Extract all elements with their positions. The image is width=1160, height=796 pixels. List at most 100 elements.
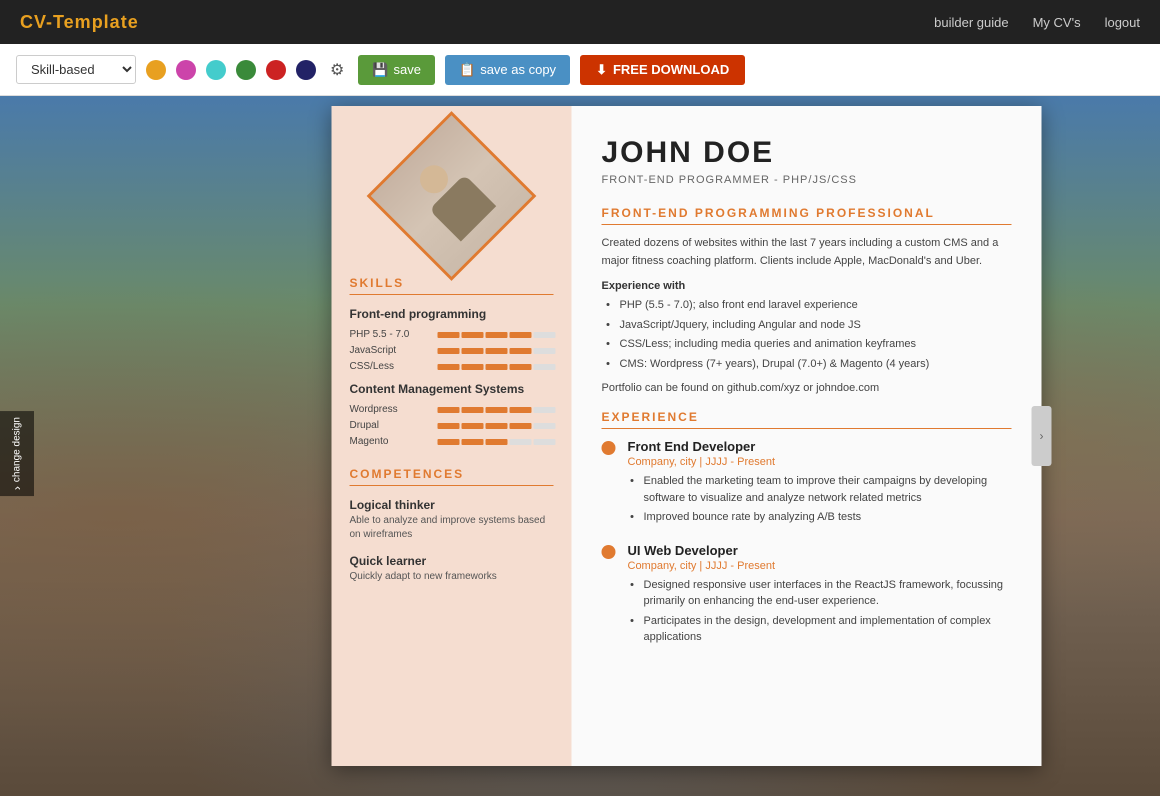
skill-magento: Magento bbox=[350, 436, 554, 447]
job-bullets-1: Enabled the marketing team to improve th… bbox=[628, 473, 1012, 526]
bar-1 bbox=[438, 364, 460, 370]
cv-right-panel: JOHN DOE FRONT-END PROGRAMMER - PHP/JS/C… bbox=[572, 106, 1042, 766]
bar-2 bbox=[462, 332, 484, 338]
list-item: CSS/Less; including media queries and an… bbox=[620, 336, 1012, 353]
job-content-2: UI Web Developer Company, city | JJJJ - … bbox=[628, 543, 1012, 649]
download-icon: ⬇ bbox=[596, 62, 607, 78]
experience-heading: EXPERIENCE bbox=[602, 410, 1012, 429]
bar-3 bbox=[486, 332, 508, 338]
bar-4 bbox=[510, 364, 532, 370]
bar-1 bbox=[438, 423, 460, 429]
competence-title-2: Quick learner bbox=[350, 554, 554, 568]
nav-links: builder guide My CV's logout bbox=[934, 15, 1140, 30]
person-figure bbox=[407, 151, 497, 241]
skill-php-bars bbox=[438, 332, 556, 338]
list-item: Designed responsive user interfaces in t… bbox=[644, 577, 1012, 610]
exp-dot-2 bbox=[602, 545, 616, 559]
list-item: JavaScript/Jquery, including Angular and… bbox=[620, 317, 1012, 334]
cv-left-panel: SKILLS Front-end programming PHP 5.5 - 7… bbox=[332, 106, 572, 766]
experience-with-list: PHP (5.5 - 7.0); also front end laravel … bbox=[602, 297, 1012, 372]
list-item: Enabled the marketing team to improve th… bbox=[644, 473, 1012, 506]
skill-drupal-bars bbox=[438, 423, 556, 429]
bar-1 bbox=[438, 439, 460, 445]
cv-summary-text: Created dozens of websites within the la… bbox=[602, 235, 1012, 270]
bar-4 bbox=[510, 348, 532, 354]
color-teal[interactable] bbox=[206, 60, 226, 80]
bar-2 bbox=[462, 348, 484, 354]
main-area: › change design SKILLS Front- bbox=[0, 96, 1160, 796]
copy-icon: 📋 bbox=[459, 62, 475, 78]
competences-heading: COMPETENCES bbox=[350, 467, 554, 486]
bar-2 bbox=[462, 364, 484, 370]
competence-desc-1: Able to analyze and improve systems base… bbox=[350, 514, 554, 542]
list-item: Improved bounce rate by analyzing A/B te… bbox=[644, 509, 1012, 526]
change-design-tab[interactable]: › change design bbox=[0, 411, 34, 496]
bar-3 bbox=[486, 439, 508, 445]
skill-drupal-label: Drupal bbox=[350, 420, 430, 431]
skill-css-bars bbox=[438, 364, 556, 370]
skill-js-label: JavaScript bbox=[350, 345, 430, 356]
profile-photo bbox=[367, 111, 537, 281]
competence-desc-2: Quickly adapt to new frameworks bbox=[350, 570, 554, 584]
cv-job-title: FRONT-END PROGRAMMER - PHP/JS/CSS bbox=[602, 174, 1012, 186]
skill-wordpress-label: Wordpress bbox=[350, 404, 430, 415]
bar-5 bbox=[534, 407, 556, 413]
color-red[interactable] bbox=[266, 60, 286, 80]
save-button[interactable]: 💾 save bbox=[358, 55, 435, 85]
skill-php-label: PHP 5.5 - 7.0 bbox=[350, 329, 430, 340]
scroll-handle[interactable]: › bbox=[1032, 406, 1052, 466]
bar-5 bbox=[534, 348, 556, 354]
list-item: Participates in the design, development … bbox=[644, 613, 1012, 646]
download-label: FREE DOWNLOAD bbox=[613, 62, 729, 77]
job-bullets-2: Designed responsive user interfaces in t… bbox=[628, 577, 1012, 646]
color-dark-blue[interactable] bbox=[296, 60, 316, 80]
bar-3 bbox=[486, 348, 508, 354]
bar-2 bbox=[462, 407, 484, 413]
bar-4 bbox=[510, 407, 532, 413]
toolbar: Skill-based Classic Modern Creative ⚙ 💾 … bbox=[0, 44, 1160, 96]
bar-3 bbox=[486, 423, 508, 429]
nav-builder-guide[interactable]: builder guide bbox=[934, 15, 1008, 30]
settings-button[interactable]: ⚙ bbox=[326, 58, 348, 82]
list-item: PHP (5.5 - 7.0); also front end laravel … bbox=[620, 297, 1012, 314]
job-company-1: Company, city | JJJJ - Present bbox=[628, 456, 1012, 468]
bar-1 bbox=[438, 332, 460, 338]
exp-dot-1 bbox=[602, 441, 616, 455]
competence-title-1: Logical thinker bbox=[350, 498, 554, 512]
bar-5 bbox=[534, 364, 556, 370]
portfolio-link: Portfolio can be found on github.com/xyz… bbox=[602, 382, 1012, 394]
nav-bar: CV-Template builder guide My CV's logout bbox=[0, 0, 1160, 44]
skills-category-frontend: Front-end programming bbox=[350, 307, 554, 321]
skill-js-bars bbox=[438, 348, 556, 354]
summary-heading: FRONT-END PROGRAMMING PROFESSIONAL bbox=[602, 206, 1012, 225]
experience-with-label: Experience with bbox=[602, 280, 1012, 292]
bar-4 bbox=[510, 423, 532, 429]
logo-suffix: Template bbox=[53, 12, 139, 32]
skill-css: CSS/Less bbox=[350, 361, 554, 372]
bar-5 bbox=[534, 332, 556, 338]
skills-category-cms: Content Management Systems bbox=[350, 382, 554, 396]
logo-prefix: CV bbox=[20, 12, 46, 32]
profile-photo-wrap bbox=[350, 136, 554, 256]
template-select[interactable]: Skill-based Classic Modern Creative bbox=[16, 55, 136, 84]
job-title-2: UI Web Developer bbox=[628, 543, 1012, 558]
competence-quick-learner: Quick learner Quickly adapt to new frame… bbox=[350, 554, 554, 584]
chevron-right-icon: › bbox=[1040, 429, 1044, 443]
nav-my-cvs[interactable]: My CV's bbox=[1033, 15, 1081, 30]
nav-logout[interactable]: logout bbox=[1105, 15, 1140, 30]
save-copy-button[interactable]: 📋 save as copy bbox=[445, 55, 570, 85]
bar-5 bbox=[534, 423, 556, 429]
bar-1 bbox=[438, 407, 460, 413]
bar-3 bbox=[486, 364, 508, 370]
download-button[interactable]: ⬇ FREE DOWNLOAD bbox=[580, 55, 745, 85]
skill-js: JavaScript bbox=[350, 345, 554, 356]
profile-photo-diamond bbox=[367, 111, 537, 281]
bar-2 bbox=[462, 423, 484, 429]
skill-css-label: CSS/Less bbox=[350, 361, 430, 372]
skill-wordpress-bars bbox=[438, 407, 556, 413]
cv-document: SKILLS Front-end programming PHP 5.5 - 7… bbox=[332, 106, 1042, 766]
bar-1 bbox=[438, 348, 460, 354]
color-green[interactable] bbox=[236, 60, 256, 80]
color-pink[interactable] bbox=[176, 60, 196, 80]
color-orange[interactable] bbox=[146, 60, 166, 80]
